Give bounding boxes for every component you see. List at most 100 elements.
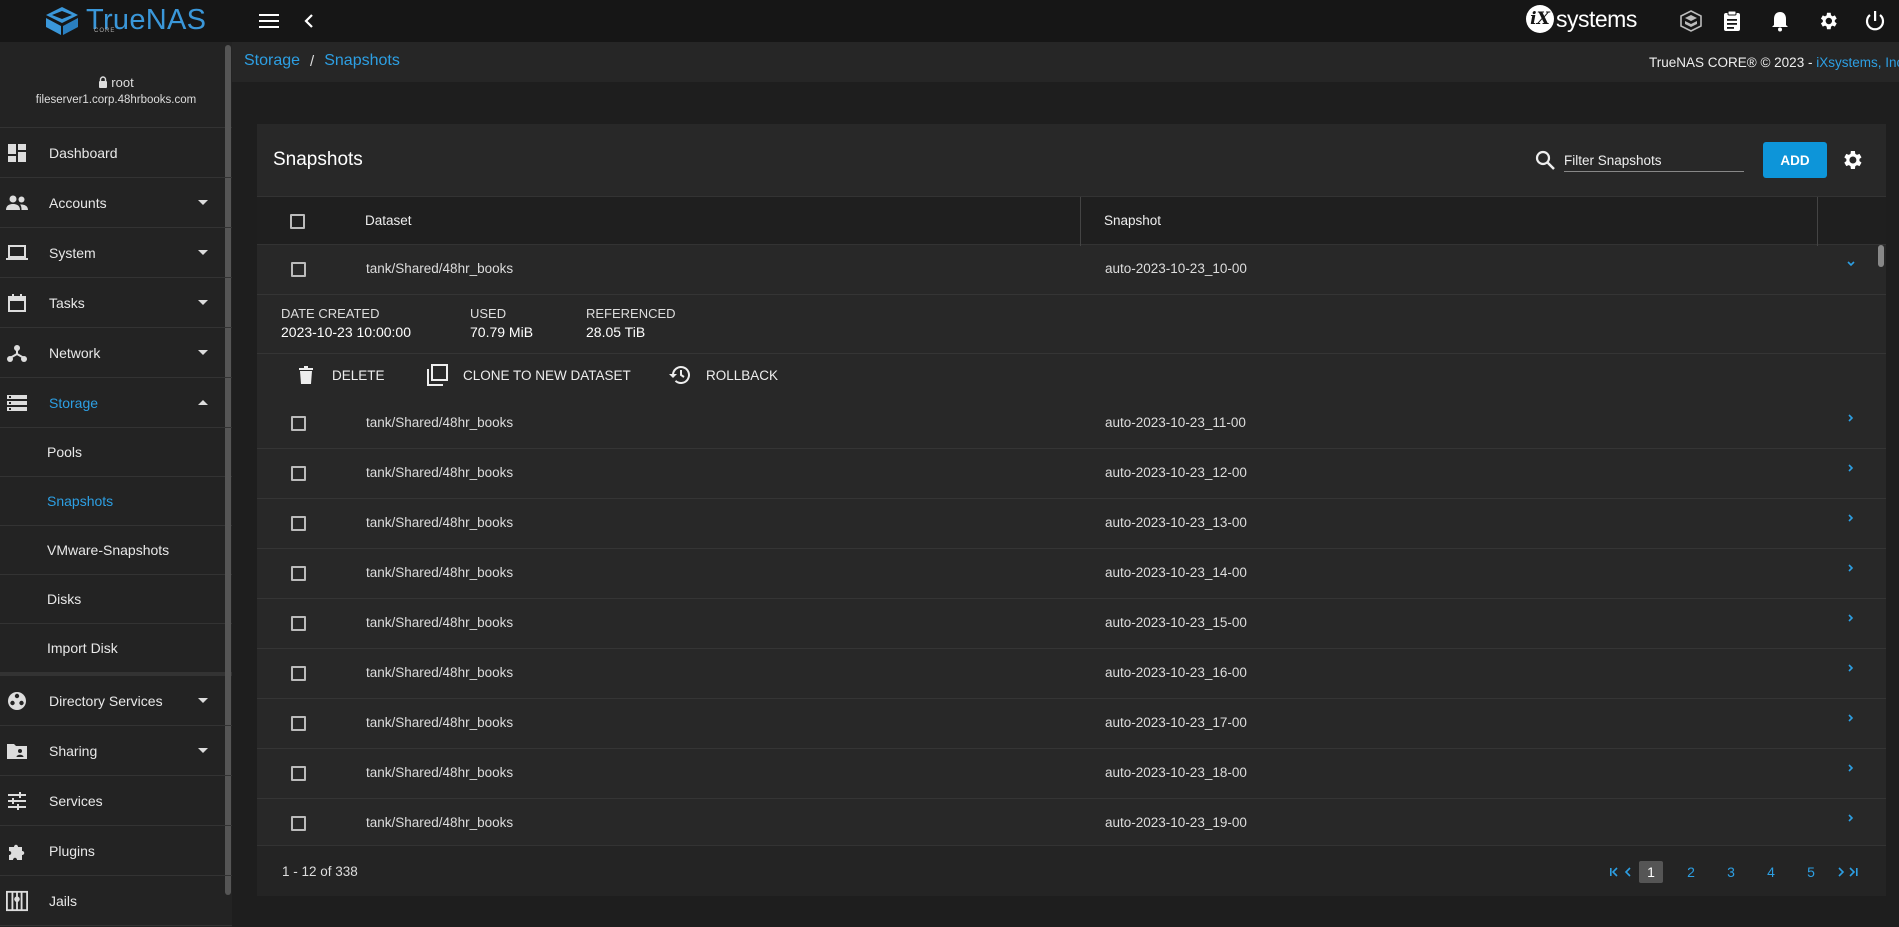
sidebar-sub-pools[interactable]: Pools — [0, 428, 232, 477]
sidebar-item-accounts[interactable]: Accounts — [0, 178, 232, 228]
truenas-logo[interactable]: TrueNAS — [42, 4, 206, 37]
sidebar-item-jails[interactable]: Jails — [0, 876, 232, 926]
sidebar-item-plugins[interactable]: Plugins — [0, 826, 232, 876]
sidebar-sub-import-disk[interactable]: Import Disk — [0, 624, 232, 673]
chevron-right-icon[interactable] — [1846, 713, 1856, 723]
row-checkbox[interactable] — [291, 816, 306, 831]
menu-icon[interactable] — [257, 9, 281, 33]
chevron-right-icon[interactable] — [1846, 763, 1856, 773]
breadcrumb-snapshots[interactable]: Snapshots — [324, 52, 400, 70]
row-snapshot: auto-2023-10-23_11-00 — [1105, 415, 1246, 430]
page-2[interactable]: 2 — [1679, 861, 1703, 883]
column-header-snapshot[interactable]: Snapshot — [1104, 213, 1161, 228]
previous-page-icon[interactable] — [1621, 864, 1637, 880]
chevron-down-icon[interactable] — [1846, 259, 1856, 269]
chevron-right-icon[interactable] — [1846, 663, 1856, 673]
sidebar-item-services[interactable]: Services — [0, 776, 232, 826]
sidebar-item-network[interactable]: Network — [0, 328, 232, 378]
rollback-label: ROLLBACK — [706, 367, 779, 383]
directory-icon — [6, 690, 28, 712]
clipboard-icon[interactable] — [1720, 9, 1744, 33]
row-snapshot: auto-2023-10-23_13-00 — [1105, 515, 1247, 530]
table-row[interactable]: tank/Shared/48hr_books auto-2023-10-23_15… — [257, 599, 1886, 649]
sidebar-item-storage[interactable]: Storage — [0, 378, 232, 428]
page-4[interactable]: 4 — [1759, 861, 1783, 883]
calendar-icon — [6, 292, 28, 314]
top-bar: TrueNAS CORE iX systems — [0, 0, 1899, 42]
chevron-right-icon[interactable] — [1846, 413, 1856, 423]
page-1[interactable]: 1 — [1639, 861, 1663, 883]
sidebar-item-label: Network — [49, 344, 101, 361]
trash-icon — [294, 363, 318, 387]
row-checkbox[interactable] — [291, 466, 306, 481]
breadcrumb-bar: Storage / Snapshots TrueNAS CORE® © 2023… — [232, 42, 1899, 82]
sidebar-item-label: System — [49, 244, 96, 261]
sidebar-item-label: Directory Services — [49, 692, 163, 709]
sidebar-item-sharing[interactable]: Sharing — [0, 726, 232, 776]
column-header-dataset[interactable]: Dataset — [365, 213, 412, 228]
table-scrollbar-thumb[interactable] — [1878, 245, 1884, 267]
sidebar-item-label: Services — [49, 792, 103, 809]
table-row[interactable]: tank/Shared/48hr_books auto-2023-10-23_11… — [257, 399, 1886, 449]
row-snapshot: auto-2023-10-23_19-00 — [1105, 815, 1247, 830]
last-page-icon[interactable] — [1845, 864, 1861, 880]
select-all-checkbox[interactable] — [290, 214, 305, 229]
row-dataset: tank/Shared/48hr_books — [366, 515, 514, 530]
row-checkbox[interactable] — [291, 616, 306, 631]
chevron-right-icon[interactable] — [1846, 513, 1856, 523]
clone-to-new-dataset-button[interactable]: CLONE TO NEW DATASET — [425, 361, 631, 389]
breadcrumb-separator: / — [310, 52, 315, 70]
sidebar-sub-disks[interactable]: Disks — [0, 575, 232, 624]
chevron-right-icon[interactable] — [1846, 563, 1856, 573]
table-row[interactable]: tank/Shared/48hr_books auto-2023-10-23_19… — [257, 799, 1886, 849]
row-checkbox[interactable] — [291, 566, 306, 581]
row-checkbox[interactable] — [291, 262, 306, 277]
page-5[interactable]: 5 — [1799, 861, 1823, 883]
snapshots-card: Snapshots ADD Dataset Snapshot tank/Shar… — [257, 124, 1886, 896]
shared-folder-icon — [6, 740, 28, 762]
table-row[interactable]: tank/Shared/48hr_books auto-2023-10-23_17… — [257, 699, 1886, 749]
rollback-button[interactable]: ROLLBACK — [668, 361, 778, 389]
ixsystems-logo[interactable]: iX systems — [1526, 5, 1637, 33]
breadcrumb-storage[interactable]: Storage — [244, 52, 300, 70]
snapshot-detail: DATE CREATED 2023-10-23 10:00:00 USED 70… — [257, 295, 1886, 399]
table-header: Dataset Snapshot — [257, 196, 1886, 246]
filter-snapshots-input[interactable] — [1564, 144, 1744, 172]
power-icon[interactable] — [1863, 9, 1887, 33]
sidebar-item-tasks[interactable]: Tasks — [0, 278, 232, 328]
ixsystems-link[interactable]: iXsystems, Inc — [1816, 55, 1899, 70]
table-row[interactable]: tank/Shared/48hr_books auto-2023-10-23_14… — [257, 549, 1886, 599]
bell-icon[interactable] — [1768, 9, 1792, 33]
row-snapshot: auto-2023-10-23_15-00 — [1105, 615, 1247, 630]
page-3[interactable]: 3 — [1719, 861, 1743, 883]
row-checkbox[interactable] — [291, 416, 306, 431]
truecommand-icon[interactable] — [1679, 9, 1703, 33]
network-icon — [6, 342, 28, 364]
sidebar-item-dashboard[interactable]: Dashboard — [0, 128, 232, 178]
chevron-right-icon[interactable] — [1846, 813, 1856, 823]
sidebar-sub-snapshots[interactable]: Snapshots — [0, 477, 232, 526]
row-checkbox[interactable] — [291, 666, 306, 681]
table-row[interactable]: tank/Shared/48hr_books auto-2023-10-23_13… — [257, 499, 1886, 549]
add-button[interactable]: ADD — [1763, 142, 1827, 178]
puzzle-icon — [6, 840, 28, 862]
row-checkbox[interactable] — [291, 716, 306, 731]
sidebar-sub-vmware-snapshots[interactable]: VMware-Snapshots — [0, 526, 232, 575]
delete-button[interactable]: DELETE — [294, 361, 385, 389]
column-settings-gear-icon[interactable] — [1840, 148, 1864, 172]
used-label: USED — [470, 306, 507, 321]
table-row-expanded[interactable]: tank/Shared/48hr_books auto-2023-10-23_1… — [257, 245, 1886, 295]
sidebar-item-system[interactable]: System — [0, 228, 232, 278]
settings-gear-icon[interactable] — [1816, 9, 1840, 33]
chevron-right-icon[interactable] — [1846, 463, 1856, 473]
column-divider — [1080, 197, 1081, 246]
row-checkbox[interactable] — [291, 766, 306, 781]
sidebar-item-directory-services[interactable]: Directory Services — [0, 676, 232, 726]
row-checkbox[interactable] — [291, 516, 306, 531]
chevron-left-icon[interactable] — [297, 9, 321, 33]
table-row[interactable]: tank/Shared/48hr_books auto-2023-10-23_12… — [257, 449, 1886, 499]
sidebar-item-label: Plugins — [49, 842, 95, 859]
chevron-right-icon[interactable] — [1846, 613, 1856, 623]
table-row[interactable]: tank/Shared/48hr_books auto-2023-10-23_18… — [257, 749, 1886, 799]
table-row[interactable]: tank/Shared/48hr_books auto-2023-10-23_16… — [257, 649, 1886, 699]
